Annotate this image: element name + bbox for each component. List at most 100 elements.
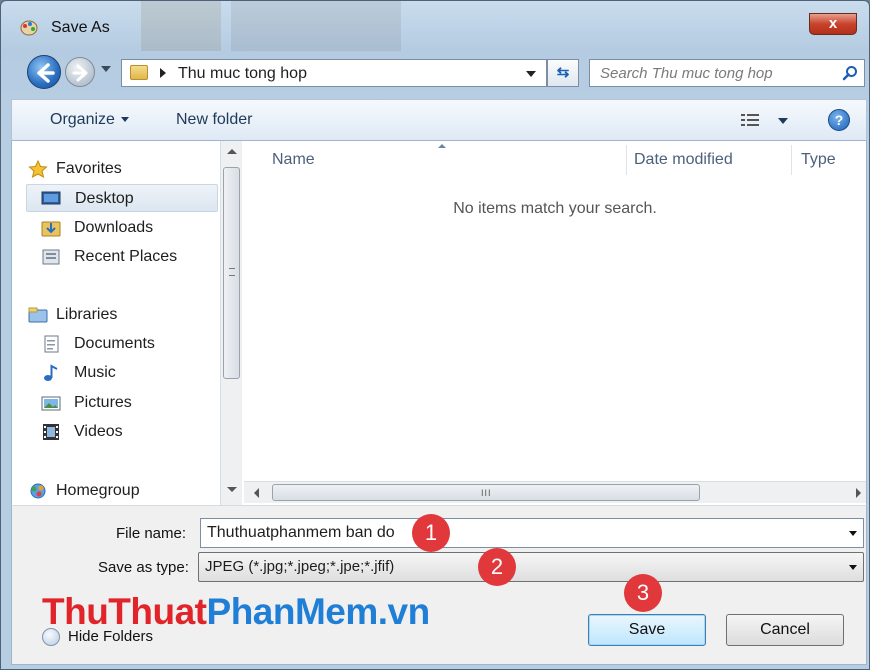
paint-app-icon (20, 20, 38, 36)
documents-icon (44, 335, 59, 353)
save-type-value: JPEG (*.jpg;*.jpeg;*.jpe;*.jfif) (205, 558, 395, 575)
nav-scrollbar[interactable] (220, 141, 242, 505)
address-dropdown-icon[interactable] (526, 71, 536, 77)
refresh-icon: ⇆ (556, 64, 570, 81)
nav-item-recent-places[interactable]: Recent Places (12, 243, 218, 271)
nav-label: Libraries (56, 306, 118, 323)
arrow-left-icon (37, 63, 55, 83)
nav-label: Music (74, 364, 116, 381)
watermark-text: ThuThuat (42, 591, 207, 632)
recent-places-icon (42, 249, 60, 265)
grip-icon: III (481, 488, 492, 498)
watermark-text: PhanMem.vn (206, 591, 431, 632)
save-type-select[interactable]: JPEG (*.jpg;*.jpeg;*.jpe;*.jfif) (198, 552, 864, 582)
search-input[interactable]: Search Thu muc tong hop (589, 59, 865, 87)
chevron-down-icon[interactable] (849, 565, 857, 570)
save-as-dialog: Save As x Thu muc tong hop ⇆ Search Thu … (0, 0, 870, 670)
recent-locations-dropdown[interactable] (101, 66, 111, 72)
desktop-icon (41, 191, 61, 205)
help-icon[interactable]: ? (828, 109, 850, 131)
step-3-badge: 3 (624, 574, 662, 612)
scrollbar-thumb[interactable] (223, 167, 240, 379)
scroll-down-icon[interactable] (227, 487, 237, 492)
nav-label: Videos (74, 423, 123, 440)
nav-homegroup[interactable]: Homegroup (12, 477, 218, 505)
step-2-badge: 2 (478, 548, 516, 586)
column-label: Name (272, 151, 315, 168)
file-list-hscrollbar[interactable]: III (244, 481, 866, 503)
scroll-right-icon[interactable] (856, 488, 861, 498)
grip-icon (229, 268, 235, 276)
new-folder-button[interactable]: New folder (176, 111, 252, 129)
star-icon (28, 160, 48, 178)
nav-label: Recent Places (74, 248, 178, 265)
nav-label: Documents (74, 335, 155, 352)
file-name-value: Thuthuatphanmem ban do (207, 524, 395, 541)
close-icon: x (828, 15, 838, 32)
search-icon[interactable] (842, 65, 858, 81)
nav-label: Homegroup (56, 482, 140, 499)
downloads-folder-icon (41, 221, 61, 237)
organize-menu[interactable]: Organize (50, 111, 129, 129)
film-strip-icon (43, 424, 59, 440)
music-note-icon (44, 364, 58, 381)
view-dropdown-icon[interactable] (778, 118, 788, 124)
arrow-right-icon (72, 64, 88, 82)
navigation-pane: Favorites Desktop Downloads Recent Place… (12, 141, 220, 505)
save-type-label: Save as type: (98, 559, 189, 576)
nav-libraries[interactable]: Libraries (12, 301, 218, 329)
folder-icon (130, 65, 148, 80)
chevron-down-icon (120, 117, 129, 123)
nav-item-music[interactable]: Music (12, 359, 218, 387)
homegroup-icon (30, 483, 46, 499)
title-bar[interactable]: Save As x (1, 1, 869, 51)
breadcrumb-path[interactable]: Thu muc tong hop (178, 65, 307, 83)
nav-label: Downloads (74, 219, 154, 236)
column-header-type[interactable]: Type (792, 141, 866, 177)
window-title: Save As (51, 19, 110, 36)
column-header-name[interactable]: Name (244, 141, 626, 177)
column-header-date-modified[interactable]: Date modified (627, 141, 791, 177)
file-name-label: File name: (116, 525, 187, 542)
nav-item-documents[interactable]: Documents (12, 330, 218, 358)
organize-label: Organize (50, 111, 115, 128)
file-list: Name Date modified Type No items match y… (244, 141, 866, 505)
back-button[interactable] (27, 55, 61, 89)
nav-label: Pictures (74, 394, 132, 411)
background-blur (141, 1, 221, 51)
chevron-down-icon[interactable] (849, 531, 857, 536)
column-label: Type (801, 151, 836, 168)
address-bar-row: Thu muc tong hop ⇆ Search Thu muc tong h… (1, 53, 869, 93)
forward-button[interactable] (65, 57, 95, 87)
save-options-panel: File name: Thuthuatphanmem ban do 1 Save… (11, 505, 867, 665)
nav-item-desktop[interactable]: Desktop (26, 184, 218, 212)
nav-favorites[interactable]: Favorites (12, 155, 218, 183)
address-box[interactable]: Thu muc tong hop (121, 59, 547, 87)
nav-item-videos[interactable]: Videos (12, 418, 218, 446)
breadcrumb-chevron-icon[interactable] (160, 68, 166, 78)
file-name-field[interactable]: Thuthuatphanmem ban do (200, 518, 864, 548)
view-options-icon[interactable] (740, 112, 762, 128)
step-1-badge: 1 (412, 514, 450, 552)
close-button[interactable]: x (809, 13, 857, 35)
sort-ascending-icon (438, 144, 446, 148)
scroll-up-icon[interactable] (227, 149, 237, 154)
scroll-left-icon[interactable] (254, 488, 259, 498)
browser-area: Favorites Desktop Downloads Recent Place… (11, 141, 867, 505)
search-placeholder: Search Thu muc tong hop (600, 65, 773, 82)
nav-item-downloads[interactable]: Downloads (12, 214, 218, 242)
watermark-logo: ThuThuatPhanMem.vn (42, 591, 430, 633)
command-bar: Organize New folder ? (11, 99, 867, 141)
nav-item-pictures[interactable]: Pictures (12, 389, 218, 417)
refresh-button[interactable]: ⇆ (547, 59, 579, 87)
empty-message: No items match your search. (453, 200, 657, 217)
nav-label: Favorites (56, 160, 122, 177)
save-button[interactable]: Save (588, 614, 706, 646)
cancel-button[interactable]: Cancel (726, 614, 844, 646)
pictures-icon (41, 396, 61, 411)
column-label: Date modified (634, 151, 733, 168)
background-blur (231, 1, 401, 51)
scrollbar-thumb[interactable]: III (272, 484, 700, 501)
nav-label: Desktop (75, 190, 134, 207)
libraries-icon (28, 307, 48, 323)
